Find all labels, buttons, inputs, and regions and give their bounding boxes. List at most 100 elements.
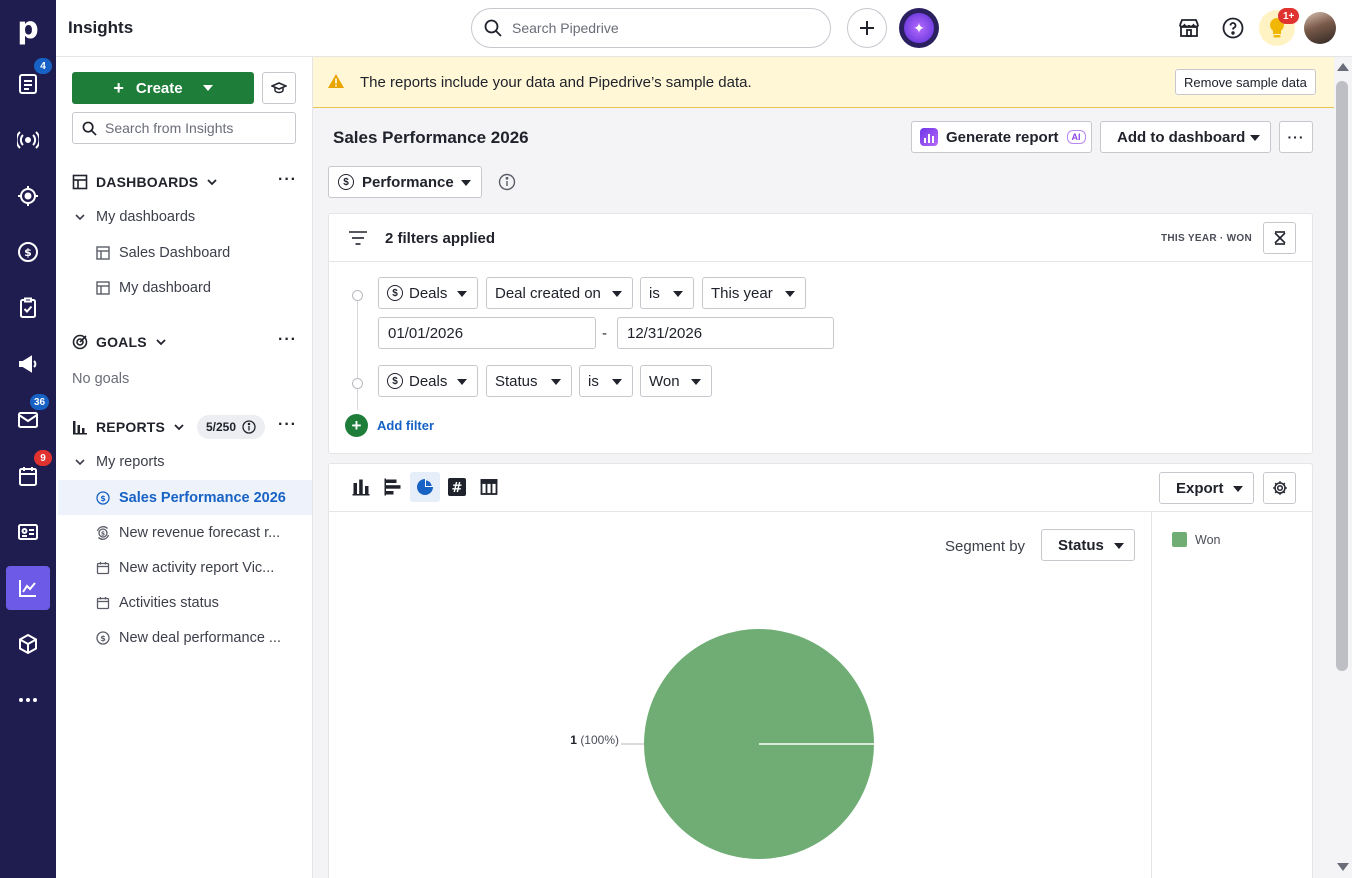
- quick-add-button[interactable]: [847, 8, 887, 48]
- calendar-icon: [96, 596, 110, 609]
- export-button[interactable]: Export: [1159, 472, 1254, 504]
- leads-count-badge: 4: [34, 58, 52, 74]
- sparkle-icon: ✦: [904, 13, 934, 43]
- collapse-filters-button[interactable]: [1263, 222, 1296, 254]
- filters-header[interactable]: 2 filters applied THIS YEAR · WON: [329, 214, 1312, 262]
- export-label: Export: [1176, 479, 1224, 497]
- date-from-input[interactable]: 01/01/2026: [378, 317, 596, 349]
- info-icon[interactable]: [242, 420, 256, 434]
- filter-value-select[interactable]: Won: [640, 365, 712, 397]
- plus-icon: +: [113, 77, 124, 98]
- sidebar-dashboard-item[interactable]: Sales Dashboard: [56, 235, 312, 270]
- svg-text:$: $: [100, 494, 106, 503]
- ai-assistant-button[interactable]: ✦: [899, 8, 939, 48]
- pie-chart-icon[interactable]: [410, 472, 440, 502]
- my-dashboards-label: My dashboards: [96, 208, 196, 225]
- filter-field-select[interactable]: Deal created on: [486, 277, 633, 309]
- forecast-icon: $: [96, 525, 110, 540]
- filter-entity-select[interactable]: $ Deals: [378, 365, 478, 397]
- caret-down-icon: [457, 291, 467, 297]
- my-dashboards-group[interactable]: My dashboards: [56, 199, 312, 234]
- add-filter-button[interactable]: + Add filter: [345, 414, 434, 437]
- legend-item-won[interactable]: Won: [1172, 532, 1220, 547]
- scrollbar-thumb[interactable]: [1336, 81, 1348, 671]
- calendar-icon: [96, 561, 110, 574]
- rail-products-box-icon[interactable]: [0, 616, 56, 672]
- user-avatar[interactable]: [1304, 12, 1336, 44]
- info-icon[interactable]: [498, 173, 516, 191]
- rail-leads-icon[interactable]: 4: [0, 56, 56, 112]
- scroll-up-arrow-icon[interactable]: [1337, 63, 1349, 71]
- pie-data-label: 1 (100%): [570, 733, 619, 747]
- warning-icon: [328, 74, 344, 88]
- add-to-dashboard-button[interactable]: Add to dashboard: [1100, 121, 1271, 153]
- caret-down-icon: [1250, 135, 1260, 141]
- dashboard-grid-icon: [96, 245, 110, 260]
- rail-deals-dollar-icon[interactable]: $: [0, 224, 56, 280]
- mail-count-badge: 36: [30, 394, 50, 410]
- number-scorecard-icon[interactable]: #: [442, 472, 472, 502]
- sidebar-dashboard-item[interactable]: My dashboard: [56, 270, 312, 305]
- filter-entity-select[interactable]: $ Deals: [378, 277, 478, 309]
- rail-campaigns-megaphone-icon[interactable]: [0, 336, 56, 392]
- learn-button[interactable]: [262, 72, 296, 104]
- sidebar-report-item[interactable]: $ New revenue forecast r...: [56, 515, 312, 550]
- scroll-down-arrow-icon[interactable]: [1337, 863, 1349, 871]
- filter-field-select[interactable]: Status: [486, 365, 572, 397]
- goals-more-icon[interactable]: ···: [278, 331, 297, 349]
- dashboards-section-header[interactable]: DASHBOARDS: [72, 174, 218, 190]
- filter-operator-select[interactable]: is: [640, 277, 694, 309]
- report-more-button[interactable]: ···: [1279, 121, 1313, 153]
- sidebar-report-item[interactable]: New activity report Vic...: [56, 550, 312, 585]
- reports-more-icon[interactable]: ···: [278, 416, 297, 434]
- segment-by-dropdown[interactable]: Status: [1041, 529, 1135, 561]
- goals-target-icon: [72, 334, 88, 350]
- rail-deals-broadcast-icon[interactable]: [0, 112, 56, 168]
- rail-contacts-card-icon[interactable]: [0, 504, 56, 560]
- bar-chart-icon[interactable]: [378, 472, 408, 502]
- help-icon[interactable]: [1221, 16, 1245, 40]
- dashboards-more-icon[interactable]: ···: [278, 171, 297, 189]
- reports-count-badge: 5/250: [197, 415, 265, 439]
- filter-value-select[interactable]: This year: [702, 277, 806, 309]
- generate-report-button[interactable]: Generate report AI: [911, 121, 1092, 153]
- filter-operator-select[interactable]: is: [579, 365, 633, 397]
- left-nav-rail: p 4 $ 36 9: [0, 0, 56, 878]
- pipedrive-logo[interactable]: p: [0, 0, 56, 56]
- chevron-down-icon: [156, 339, 166, 346]
- sidebar-report-item[interactable]: Activities status: [56, 585, 312, 620]
- pie-data-label-count: 1: [570, 733, 580, 747]
- filters-summary: 2 filters applied: [385, 230, 496, 247]
- page-scrollbar[interactable]: [1334, 57, 1352, 878]
- chart-settings-button[interactable]: [1263, 472, 1296, 504]
- report-title[interactable]: Sales Performance 2026: [333, 128, 529, 148]
- rail-target-icon[interactable]: [0, 168, 56, 224]
- column-chart-icon[interactable]: [346, 472, 376, 502]
- generate-report-label: Generate report: [946, 128, 1059, 146]
- reports-section-header[interactable]: REPORTS: [72, 419, 185, 435]
- marketplace-store-icon[interactable]: [1177, 16, 1201, 40]
- caret-down-icon: [551, 379, 561, 385]
- remove-sample-data-button[interactable]: Remove sample data: [1175, 69, 1316, 95]
- sidebar-report-item-active[interactable]: $ Sales Performance 2026: [56, 480, 312, 515]
- my-reports-group[interactable]: My reports: [56, 444, 312, 479]
- table-view-icon[interactable]: [474, 472, 504, 502]
- sidebar-report-item[interactable]: $ New deal performance ...: [56, 620, 312, 655]
- insights-search-input[interactable]: Search from Insights: [72, 112, 296, 144]
- report-type-dropdown[interactable]: $ Performance: [328, 166, 482, 198]
- segment-by-label: Segment by: [945, 538, 1026, 555]
- more-dots-icon: ···: [1287, 129, 1305, 145]
- rail-calendar-icon[interactable]: 9: [0, 448, 56, 504]
- rail-tasks-icon[interactable]: [0, 280, 56, 336]
- rail-insights-chart-icon[interactable]: [0, 560, 56, 616]
- rail-mail-icon[interactable]: 36: [0, 392, 56, 448]
- filters-tags: THIS YEAR · WON: [1161, 233, 1252, 244]
- rail-more-icon[interactable]: [0, 672, 56, 728]
- date-to-input[interactable]: 12/31/2026: [617, 317, 834, 349]
- plus-icon: [860, 21, 874, 35]
- create-button[interactable]: + Create: [72, 72, 254, 104]
- global-search-input[interactable]: Search Pipedrive: [471, 8, 831, 48]
- caret-down-icon: [691, 379, 701, 385]
- date-to-value: 12/31/2026: [627, 324, 703, 342]
- goals-section-header[interactable]: GOALS: [72, 334, 167, 350]
